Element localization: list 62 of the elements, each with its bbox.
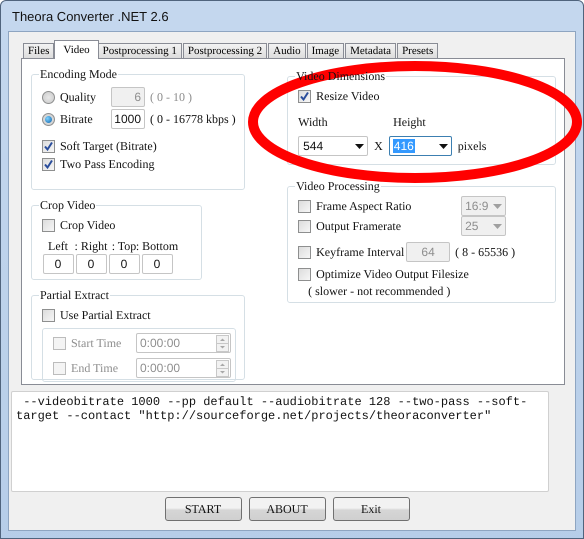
dropdown-arrow-icon xyxy=(493,224,502,228)
radio-label: Bitrate xyxy=(60,112,94,126)
group-title: Encoding Mode xyxy=(39,67,118,82)
group-title: Partial Extract xyxy=(39,288,110,303)
tab[interactable]: Video xyxy=(54,40,99,59)
tab[interactable]: Postprocessing 1 xyxy=(98,43,182,59)
checkbox-label: Start Time xyxy=(71,336,122,350)
number-field[interactable]: 1000 xyxy=(111,109,145,129)
width-dropdown[interactable]: 544 xyxy=(298,136,368,156)
command-line-output: --videobitrate 1000 --pp default --audiobitrate 128 --two-pass --soft-target --contact "http://sourceforge.net/projects/theoraconverter" xyxy=(11,391,549,492)
number-field[interactable]: 0 xyxy=(42,254,74,274)
range-hint: ( 0 - 16778 kbps ) xyxy=(150,112,236,126)
range-hint: ( 8 - 65536 ) xyxy=(455,244,516,260)
checkbox[interactable] xyxy=(42,218,55,232)
window-title: Theora Converter .NET 2.6 xyxy=(11,8,170,26)
checkbox[interactable] xyxy=(298,200,312,212)
tab[interactable]: Metadata xyxy=(345,43,396,59)
dropdown-arrow-icon xyxy=(438,144,448,148)
field-label: Height xyxy=(393,114,426,130)
checkbox-label: Crop Video xyxy=(60,218,116,232)
tab[interactable]: Presets xyxy=(397,43,438,59)
crop-label: : Bottom xyxy=(136,239,178,254)
note-text: ( slower - not recommended ) xyxy=(308,284,450,298)
dialog-button[interactable]: START xyxy=(164,497,242,521)
checkbox-label: Frame Aspect Ratio xyxy=(316,198,412,214)
tab[interactable]: Postprocessing 2 xyxy=(182,43,268,59)
number-field[interactable]: 0 xyxy=(76,254,106,274)
checkbox[interactable] xyxy=(42,140,55,152)
group-title: Video Processing xyxy=(295,179,381,194)
dialog-button[interactable]: Exit xyxy=(332,497,410,521)
checkbox-label: Keyframe Interval xyxy=(316,244,402,260)
dialog-button[interactable]: ABOUT xyxy=(248,497,326,521)
radio-button[interactable] xyxy=(42,112,55,126)
checkbox[interactable] xyxy=(298,90,312,102)
unit-label: pixels xyxy=(458,138,486,154)
crop-label: : Top xyxy=(112,239,136,254)
dropdown-arrow-icon xyxy=(493,204,502,208)
dropdown-arrow-icon xyxy=(355,144,364,148)
checkbox-label: Optimize Video Output Filesize xyxy=(316,266,469,282)
checkbox[interactable] xyxy=(298,246,312,258)
checkbox[interactable] xyxy=(298,268,312,280)
group-title: Crop Video xyxy=(39,198,96,213)
checkbox-label: Resize Video xyxy=(316,88,380,104)
checkbox[interactable] xyxy=(42,308,55,322)
checkbox-label: Output Framerate xyxy=(316,218,402,234)
checkbox-label: End Time xyxy=(71,360,120,376)
number-field[interactable]: 0 xyxy=(108,254,140,274)
field-label: Width xyxy=(298,114,329,130)
checkbox[interactable] xyxy=(42,158,55,170)
checkbox[interactable] xyxy=(298,220,312,232)
tab[interactable]: Audio xyxy=(268,43,306,59)
checkbox-label: Soft Target (Bitrate) xyxy=(60,138,157,154)
crop-label: Left xyxy=(48,239,68,254)
number-field[interactable]: 0 xyxy=(142,254,172,274)
tab[interactable]: Files xyxy=(23,43,54,59)
crop-label: : Right xyxy=(74,239,108,254)
radio-label: Quality xyxy=(60,90,97,104)
checkbox-label: Use Partial Extract xyxy=(60,308,151,322)
checkbox-label: Two Pass Encoding xyxy=(60,156,154,172)
range-hint: ( 0 - 10 ) xyxy=(150,90,192,104)
separator-label: X xyxy=(374,138,383,154)
tab[interactable]: Image xyxy=(306,43,344,59)
